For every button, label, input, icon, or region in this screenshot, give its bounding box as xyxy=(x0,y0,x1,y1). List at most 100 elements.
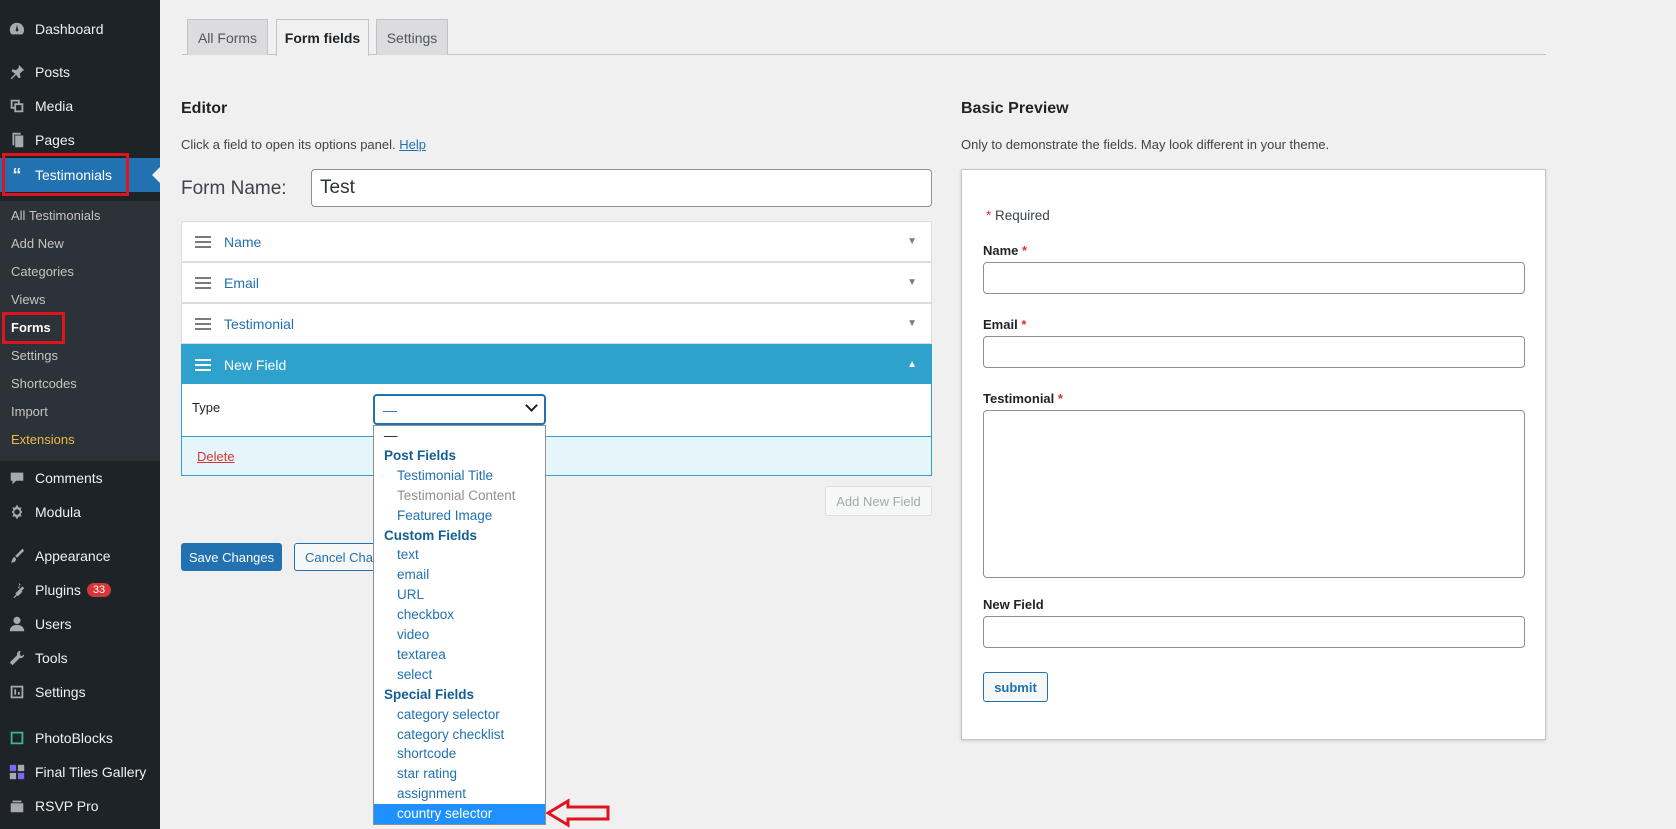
field-type-dropdown-list: — Post Fields Testimonial Title Testimonial… xyxy=(373,425,546,825)
plugins-update-badge: 33 xyxy=(86,583,112,597)
rsvp-icon xyxy=(7,796,27,816)
field-footer: Delete xyxy=(182,436,931,475)
field-row-name[interactable]: Name ▼ xyxy=(181,221,932,262)
menu-modula[interactable]: Modula xyxy=(0,495,160,529)
preview-label-testimonial: Testimonial * xyxy=(983,391,1063,406)
delete-field-link[interactable]: Delete xyxy=(197,449,235,464)
basic-preview-panel: * Required Name * Email * Testimonial * … xyxy=(961,169,1546,740)
drag-handle-icon[interactable] xyxy=(195,358,211,371)
field-type-select[interactable]: — xyxy=(373,394,546,425)
preview-label-email: Email * xyxy=(983,317,1027,332)
settings-icon xyxy=(7,682,27,702)
submenu-extensions[interactable]: Extensions xyxy=(11,432,75,447)
type-label: Type xyxy=(192,400,221,415)
help-link[interactable]: Help xyxy=(399,137,426,152)
dropdown-option[interactable]: — xyxy=(374,426,545,446)
drag-handle-icon[interactable] xyxy=(195,317,211,330)
preview-new-field-input[interactable] xyxy=(983,616,1525,648)
save-changes-button[interactable]: Save Changes xyxy=(181,543,282,571)
menu-comments[interactable]: Comments xyxy=(0,461,160,495)
cancel-changes-button[interactable]: Cancel Changes xyxy=(294,543,373,571)
preview-title: Basic Preview xyxy=(961,100,1069,117)
media-icon xyxy=(7,96,27,116)
submenu-categories[interactable]: Categories xyxy=(11,264,74,279)
admin-sidebar: Dashboard Posts Media Pages “ Testimonia… xyxy=(0,0,160,829)
red-annotation-arrow-icon xyxy=(546,798,610,828)
field-row-new-field[interactable]: New Field ▲ xyxy=(181,344,932,385)
dropdown-option[interactable]: textarea xyxy=(374,645,545,665)
highlight-box-forms xyxy=(2,312,65,344)
menu-settings[interactable]: Settings xyxy=(0,675,160,709)
dropdown-option[interactable]: Featured Image xyxy=(374,506,545,526)
menu-pages[interactable]: Pages xyxy=(0,123,160,157)
menu-posts[interactable]: Posts xyxy=(0,55,160,89)
user-icon xyxy=(7,614,27,634)
menu-final-tiles-gallery[interactable]: Final Tiles Gallery xyxy=(0,755,160,789)
menu-dashboard[interactable]: Dashboard xyxy=(0,12,160,46)
dropdown-option[interactable]: category selector xyxy=(374,705,545,725)
dropdown-option[interactable]: video xyxy=(374,625,545,645)
field-row-email[interactable]: Email ▼ xyxy=(181,262,932,303)
add-new-field-button[interactable]: Add New Field xyxy=(825,486,932,516)
preview-description: Only to demonstrate the fields. May look… xyxy=(961,137,1330,152)
preview-name-input[interactable] xyxy=(983,262,1525,294)
comment-icon xyxy=(7,468,27,488)
submenu-add-new[interactable]: Add New xyxy=(11,236,64,251)
drag-handle-icon[interactable] xyxy=(195,235,211,248)
current-menu-arrow xyxy=(152,167,160,183)
dropdown-option[interactable]: email xyxy=(374,565,545,585)
highlight-box-testimonials xyxy=(2,153,129,196)
dropdown-option[interactable]: country selector xyxy=(374,804,545,825)
drag-handle-icon[interactable] xyxy=(195,276,211,289)
editor-description: Click a field to open its options panel.… xyxy=(181,137,427,152)
form-name-input[interactable]: Test xyxy=(311,169,932,207)
expand-arrow-icon[interactable]: ▼ xyxy=(907,236,917,247)
menu-rsvp-pro[interactable]: RSVP Pro xyxy=(0,789,160,823)
preview-submit-button[interactable]: submit xyxy=(983,672,1048,702)
preview-testimonial-textarea[interactable] xyxy=(983,410,1525,578)
dropdown-option[interactable]: star rating xyxy=(374,764,545,784)
dropdown-option[interactable]: assignment xyxy=(374,784,545,804)
dropdown-option[interactable]: select xyxy=(374,665,545,685)
gear-icon xyxy=(7,502,27,522)
form-name-label: Form Name: xyxy=(181,178,287,199)
submenu-all-testimonials[interactable]: All Testimonials xyxy=(11,208,100,223)
dropdown-group-label: Post Fields xyxy=(384,447,457,463)
photoblocks-icon xyxy=(7,728,27,748)
tab-form-fields[interactable]: Form fields xyxy=(276,19,369,56)
dashboard-icon xyxy=(7,19,27,39)
submenu-views[interactable]: Views xyxy=(11,292,45,307)
dropdown-option[interactable]: checkbox xyxy=(374,605,545,625)
menu-users[interactable]: Users xyxy=(0,607,160,641)
menu-media[interactable]: Media xyxy=(0,89,160,123)
tab-settings[interactable]: Settings xyxy=(376,19,448,55)
preview-label-name: Name * xyxy=(983,243,1028,258)
expand-arrow-icon[interactable]: ▼ xyxy=(907,277,917,288)
menu-plugins[interactable]: Plugins 33 xyxy=(0,573,160,607)
menu-appearance[interactable]: Appearance xyxy=(0,539,160,573)
wrench-icon xyxy=(7,648,27,668)
pin-icon xyxy=(7,62,27,82)
dropdown-option[interactable]: Testimonial Title xyxy=(374,466,545,486)
brush-icon xyxy=(7,546,27,566)
menu-photoblocks[interactable]: PhotoBlocks xyxy=(0,721,160,755)
preview-email-input[interactable] xyxy=(983,336,1525,368)
tab-all-forms[interactable]: All Forms xyxy=(187,19,268,55)
form-tabs: All Forms Form fields Settings xyxy=(182,19,1546,56)
menu-tools[interactable]: Tools xyxy=(0,641,160,675)
collapse-arrow-icon[interactable]: ▲ xyxy=(907,359,917,370)
dropdown-option[interactable]: URL xyxy=(374,585,545,605)
dropdown-option[interactable]: category checklist xyxy=(374,725,545,745)
dropdown-option[interactable]: shortcode xyxy=(374,744,545,764)
submenu-import[interactable]: Import xyxy=(11,404,48,419)
preview-label-new-field: New Field xyxy=(983,597,1044,612)
field-row-testimonial[interactable]: Testimonial ▼ xyxy=(181,303,932,344)
new-field-options-panel: Type Delete xyxy=(181,384,932,476)
editor-title: Editor xyxy=(181,100,228,117)
dropdown-option: Testimonial Content xyxy=(397,487,516,503)
submenu-shortcodes[interactable]: Shortcodes xyxy=(11,376,77,391)
submenu-settings[interactable]: Settings xyxy=(11,348,58,363)
dropdown-option[interactable]: text xyxy=(374,545,545,565)
expand-arrow-icon[interactable]: ▼ xyxy=(907,318,917,329)
dropdown-group-label: Special Fields xyxy=(384,686,475,702)
